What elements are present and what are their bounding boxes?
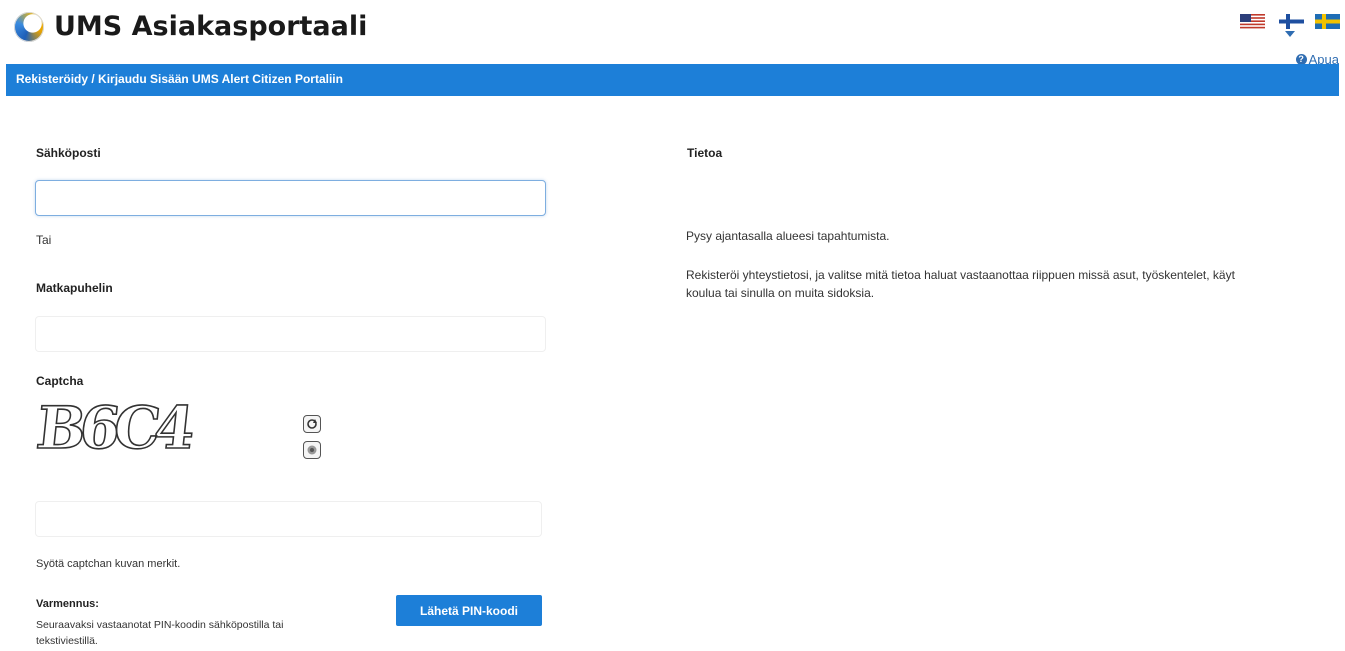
swedish-flag-icon[interactable] (1315, 14, 1340, 29)
captcha-text: B6C4 (36, 398, 197, 460)
info-paragraph-2: Rekisteröi yhteystietosi, ja valitse mit… (686, 268, 1235, 300)
email-label: Sähköposti (36, 146, 101, 160)
phone-label: Matkapuhelin (36, 281, 113, 295)
finnish-flag-icon[interactable] (1279, 14, 1304, 29)
audio-icon (307, 445, 317, 455)
phone-field[interactable] (35, 316, 546, 352)
verification-title: Varmennus: (36, 598, 99, 610)
info-paragraph-1: Pysy ajantasalla alueesi tapahtumista. (686, 229, 890, 243)
captcha-audio-button[interactable] (303, 441, 321, 459)
refresh-icon (307, 419, 317, 429)
app-title: UMS Asiakasportaali (54, 11, 368, 42)
email-field[interactable] (35, 180, 546, 216)
breadcrumb: Rekisteröidy / Kirjaudu Sisään UMS Alert… (16, 72, 343, 86)
english-flag-icon[interactable] (1240, 14, 1265, 29)
or-text: Tai (36, 233, 52, 247)
send-pin-button[interactable]: Lähetä PIN-koodi (396, 595, 542, 626)
captcha-image: B6C4 (36, 398, 198, 460)
captcha-label: Captcha (36, 374, 84, 388)
verification-text: Seuraavaksi vastaanotat PIN-koodin sähkö… (36, 619, 284, 647)
captcha-refresh-button[interactable] (303, 415, 321, 433)
captcha-input[interactable] (35, 501, 542, 537)
ums-logo-icon (14, 12, 44, 42)
info-title: Tietoa (687, 146, 723, 160)
selected-language-caret-icon (1285, 31, 1295, 37)
captcha-hint: Syötä captchan kuvan merkit. (36, 558, 181, 570)
